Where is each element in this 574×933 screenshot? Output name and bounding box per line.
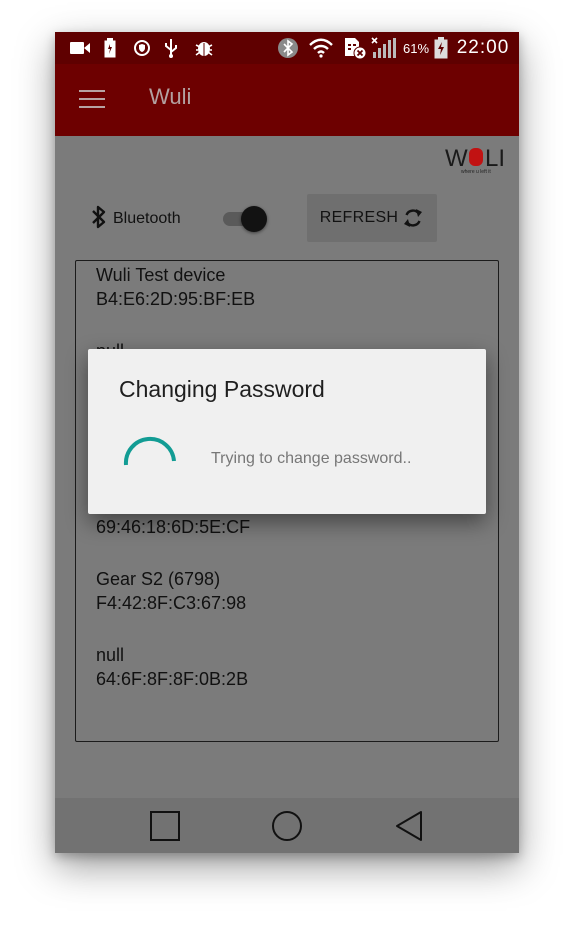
- device-address: B4:E6:2D:95:BF:EB: [96, 289, 256, 309]
- device-item[interactable]: null 64:6F:8F:8F:0B:2B: [96, 643, 248, 691]
- bluetooth-icon: [277, 38, 299, 58]
- recents-square-icon[interactable]: [148, 809, 182, 843]
- svg-text:W: W: [445, 145, 469, 172]
- device-address: 64:6F:8F:8F:0B:2B: [96, 669, 249, 689]
- clock: 22:00: [456, 37, 510, 58]
- wuli-logo: W LI where u left it: [445, 142, 513, 176]
- device-item[interactable]: Gear S2 (6798) F4:42:8F:C3:67:98: [96, 567, 246, 615]
- sim-error-icon: [343, 38, 367, 60]
- device-item[interactable]: Wuli Test device B4:E6:2D:95:BF:EB: [96, 263, 255, 311]
- refresh-label: REFRESH: [319, 209, 399, 226]
- dialog-message: Trying to change password..: [211, 450, 412, 467]
- progress-dialog: Changing Password Trying to change passw…: [88, 349, 486, 514]
- device-name: Wuli Test device: [96, 265, 226, 285]
- back-triangle-icon[interactable]: [393, 809, 427, 843]
- video-camera-icon: [69, 38, 91, 58]
- battery-saver-icon: [103, 38, 117, 58]
- dialog-title: Changing Password: [119, 376, 325, 402]
- app-bar: Wuli: [55, 64, 519, 136]
- svg-text:LI: LI: [485, 145, 505, 172]
- wifi-icon: [307, 38, 335, 58]
- navigation-bar: [55, 798, 519, 853]
- svg-text:where u left it: where u left it: [461, 169, 491, 175]
- signal-icon: [371, 37, 397, 58]
- bluetooth-row: Bluetooth: [91, 204, 181, 234]
- app-title: Wuli: [149, 84, 192, 109]
- home-circle-icon[interactable]: [270, 809, 304, 843]
- shield-icon: [133, 38, 151, 58]
- battery-percent: 61%: [402, 40, 430, 56]
- progress-spinner-icon: [120, 431, 180, 491]
- device-name: null: [96, 645, 125, 665]
- refresh-button[interactable]: REFRESH: [307, 194, 437, 242]
- usb-icon: [163, 38, 179, 58]
- bluetooth-icon: [91, 204, 107, 235]
- device-item[interactable]: 69:46:18:6D:5E:CF: [96, 515, 250, 539]
- device-address: 69:46:18:6D:5E:CF: [96, 517, 251, 537]
- hamburger-menu-icon[interactable]: [79, 90, 105, 110]
- device-name: Gear S2 (6798): [96, 569, 221, 589]
- battery-icon: [433, 37, 449, 59]
- status-bar: 61% 22:00: [55, 32, 519, 64]
- refresh-icon: [402, 206, 424, 230]
- device-address: F4:42:8F:C3:67:98: [96, 593, 247, 613]
- phone-screen: 61% 22:00 Wuli W LI where u left it Blue…: [55, 32, 519, 853]
- bluetooth-label: Bluetooth: [113, 210, 181, 227]
- bluetooth-toggle[interactable]: [221, 206, 267, 232]
- bug-icon: [193, 38, 215, 58]
